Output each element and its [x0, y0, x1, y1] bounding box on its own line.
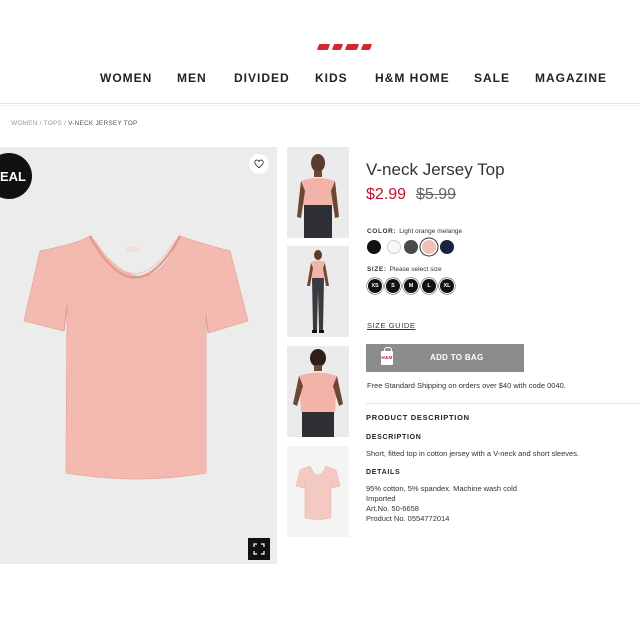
shopping-bag-icon: H&M [381, 347, 393, 365]
color-swatch-white[interactable] [387, 240, 401, 254]
nav-item-kids[interactable]: KIDS [315, 71, 348, 85]
breadcrumb-separator: / [39, 120, 42, 127]
logo-stroke [316, 44, 331, 50]
details-line: Art.No. 50-6658 [366, 504, 419, 513]
color-label: COLOR: [367, 228, 397, 235]
main-nav: WOMEN MEN DIVIDED KIDS H&M HOME SALE MAG… [0, 71, 640, 89]
header-divider [0, 103, 640, 104]
size-label-row: SIZE: Please select size [367, 266, 442, 273]
shipping-note: Free Standard Shipping on orders over $4… [367, 381, 566, 390]
details-label: DETAILS [366, 469, 401, 476]
color-swatch-navy[interactable] [440, 240, 454, 254]
size-option-xs[interactable]: XS [368, 279, 382, 293]
size-guide-link[interactable]: SIZE GUIDE [367, 321, 416, 330]
expand-image-button[interactable] [248, 538, 270, 560]
current-price: $2.99 [366, 186, 407, 203]
color-swatch-dark-gray[interactable] [404, 240, 418, 254]
add-to-bag-button[interactable]: H&M ADD TO BAG [366, 344, 524, 372]
selected-color-name: Light orange melange [399, 228, 463, 235]
size-option-m[interactable]: M [404, 279, 418, 293]
add-to-bag-label: ADD TO BAG [430, 353, 484, 362]
details-line: 95% cotton, 5% spandex. Machine wash col… [366, 484, 517, 493]
favorite-button[interactable] [249, 154, 269, 174]
breadcrumb: WOMEN / TOPS / V-NECK JERSEY TOP [11, 120, 138, 127]
pink-tshirt-illustration [23, 235, 249, 480]
logo-stroke [331, 44, 344, 50]
description-text: Short, fitted top in cotton jersey with … [366, 449, 580, 458]
bag-icon-logo: H&M [381, 355, 393, 360]
model-back-image [293, 349, 343, 437]
color-label-row: COLOR: Light orange melange [367, 228, 462, 235]
logo-stroke [344, 44, 360, 50]
details-line: Imported [366, 494, 396, 503]
model-front-image [297, 154, 339, 238]
nav-item-magazine[interactable]: MAGAZINE [535, 71, 607, 85]
brand-logo[interactable] [316, 44, 374, 56]
product-title: V-neck Jersey Top [366, 160, 505, 179]
thumbnail-product-flat[interactable] [287, 446, 349, 537]
main-product-image[interactable]: DEAL [0, 147, 277, 564]
thumbnail-model-full[interactable] [287, 246, 349, 337]
breadcrumb-current: V-NECK JERSEY TOP [68, 120, 138, 127]
size-prompt: Please select size [389, 266, 442, 273]
size-label: SIZE: [367, 266, 387, 273]
header-divider-shadow [0, 105, 640, 106]
color-swatch-light-orange-melange[interactable] [422, 240, 436, 254]
color-swatch-black[interactable] [367, 240, 381, 254]
size-option-l[interactable]: L [422, 279, 436, 293]
size-option-s[interactable]: S [386, 279, 400, 293]
description-divider [366, 403, 640, 404]
expand-icon [253, 543, 265, 555]
thumbnail-model-back[interactable] [287, 346, 349, 437]
breadcrumb-separator: / [64, 120, 67, 127]
nav-item-hm-home[interactable]: H&M HOME [375, 71, 450, 85]
nav-item-men[interactable]: MEN [177, 71, 207, 85]
description-label: DESCRIPTION [366, 434, 422, 441]
nav-item-sale[interactable]: SALE [474, 71, 510, 85]
breadcrumb-tops[interactable]: TOPS [44, 120, 62, 127]
details-line: Product No. 0554772014 [366, 514, 450, 523]
product-description-heading: PRODUCT DESCRIPTION [366, 413, 470, 422]
original-price: $5.99 [416, 186, 457, 203]
model-full-body-image [307, 250, 329, 333]
logo-stroke [360, 44, 373, 50]
heart-icon [254, 159, 264, 169]
nav-item-women[interactable]: WOMEN [100, 71, 152, 85]
breadcrumb-women[interactable]: WOMEN [11, 120, 38, 127]
size-option-xl[interactable]: XL [440, 279, 454, 293]
nav-item-divided[interactable]: DIVIDED [234, 71, 290, 85]
product-flat-image [287, 446, 349, 537]
thumbnail-model-front[interactable] [287, 147, 349, 238]
